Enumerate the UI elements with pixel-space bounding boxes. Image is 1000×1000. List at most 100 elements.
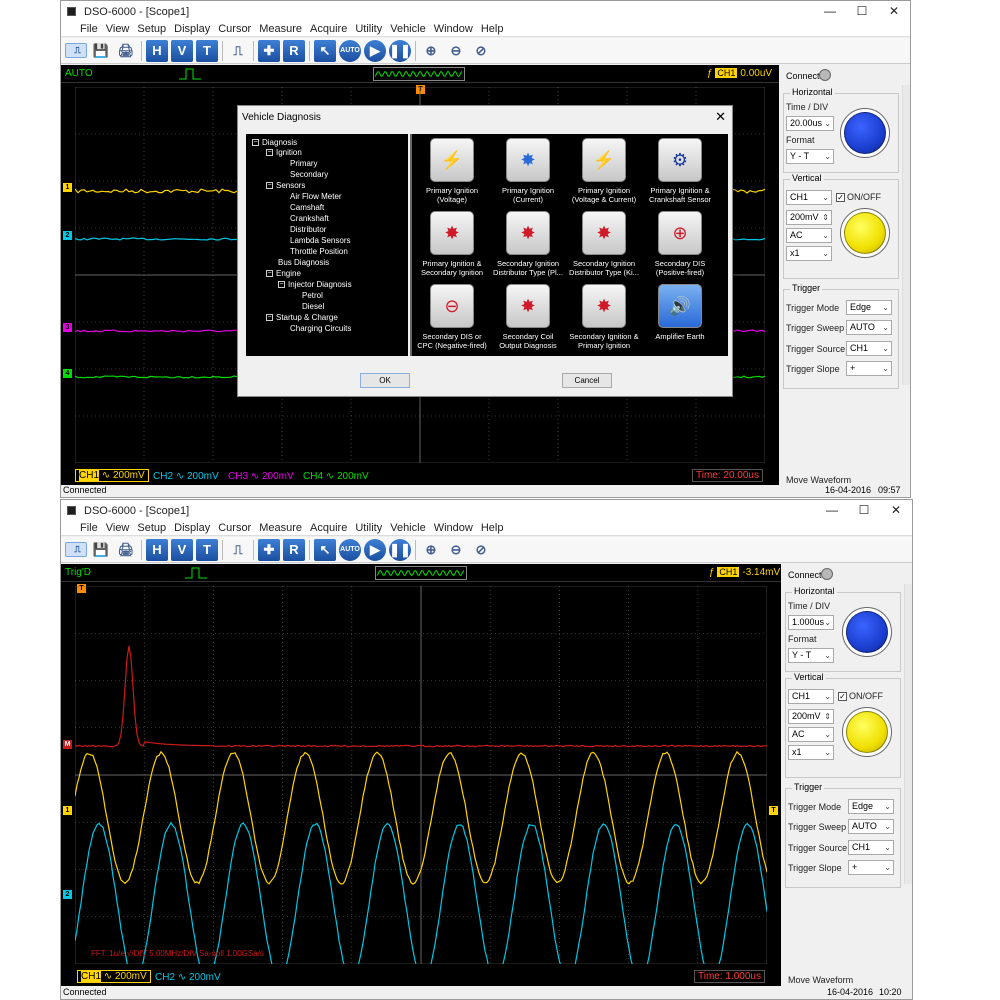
probe-select[interactable]: x1 ⌄ [786,246,832,261]
tile-secondary-coil-output[interactable]: ✸ Secondary Coil Output Diagnosis [490,284,566,350]
run-icon[interactable]: ▶ [364,538,386,561]
menu-setup[interactable]: Setup [137,522,166,534]
waveform-overview[interactable] [375,566,467,580]
zoom-out-icon[interactable]: ⊖ [445,539,467,561]
minimize-button[interactable]: — [814,1,846,22]
tree-item[interactable]: − Sensors [266,181,305,190]
tree-item[interactable]: − Engine [266,269,301,278]
tile-primary-ignition-voltage-current[interactable]: ⚡ Primary Ignition (Voltage & Current) [566,138,642,204]
measure-icon[interactable]: ⎍ [65,542,87,557]
tree-item[interactable]: − Injector Diagnosis [278,280,352,289]
trigger-sweep-select[interactable]: AUTO ⌄ [846,320,892,335]
menu-display[interactable]: Display [174,522,210,534]
format-select[interactable]: Y - T ⌄ [788,648,834,663]
tree-item[interactable]: Distributor [290,225,326,234]
measure-icon[interactable]: ⎍ [65,43,87,58]
volts-knob[interactable] [842,707,892,757]
tile-secondary-dis-positive[interactable]: ⊕ Secondary DIS (Positive-fired) [642,211,718,277]
coupling-select[interactable]: AC ⌄ [786,228,832,243]
channel-onoff-checkbox[interactable]: ✓ [838,692,847,701]
tree-item[interactable]: − Startup & Charge [266,313,338,322]
waveform-overview[interactable] [373,67,465,81]
zoom-reset-icon[interactable]: ⊘ [470,40,492,62]
menu-window[interactable]: Window [434,522,473,534]
measure-all-icon[interactable]: ⎍ [227,539,249,561]
tree-item[interactable]: Secondary [290,170,328,179]
tile-secondary-distributor-ki[interactable]: ✸ Secondary Ignition Distributor Type (Ki.… [566,211,642,277]
tree-item[interactable]: Camshaft [290,203,324,212]
menu-cursor[interactable]: Cursor [218,23,251,35]
cursor-icon[interactable]: ✚ [258,39,280,62]
maximize-button[interactable]: ☐ [846,1,878,22]
volts-knob[interactable] [840,208,890,258]
trigger-source-select[interactable]: CH1 ⌄ [848,840,894,855]
pointer-icon[interactable]: ↖ [314,39,336,62]
tile-primary-secondary-ignition[interactable]: ✸ Primary Ignition & Secondary Ignition [414,211,490,277]
ch3-marker[interactable]: 3 [63,323,72,332]
auto-icon[interactable]: AUTO [339,39,361,62]
panel-scrollbar[interactable] [904,584,912,884]
trigger-level-marker[interactable]: T [769,806,778,815]
time-knob[interactable] [840,108,890,158]
probe-select[interactable]: x1 ⌄ [788,745,834,760]
save-icon[interactable]: 💾 [90,40,112,62]
trigger-slope-select[interactable]: + ⌄ [846,361,892,376]
tile-primary-ignition-voltage[interactable]: ⚡ Primary Ignition (Voltage) [414,138,490,204]
trigger-mode-select[interactable]: Edge ⌄ [848,799,894,814]
trigger-button[interactable]: T [196,538,218,561]
tree-item[interactable]: Diesel [302,302,324,311]
measure-all-icon[interactable]: ⎍ [227,40,249,62]
menu-acquire[interactable]: Acquire [310,23,347,35]
fft-marker[interactable]: M [63,740,72,749]
trigger-mode-select[interactable]: Edge ⌄ [846,300,892,315]
minimize-button[interactable]: — [816,500,848,521]
tile-amplifier-earth[interactable]: 🔊 Amplifier Earth [642,284,718,341]
tile-primary-ignition-current[interactable]: ✸ Primary Ignition (Current) [490,138,566,204]
menu-vehicle[interactable]: Vehicle [390,522,425,534]
menu-setup[interactable]: Setup [137,23,166,35]
zoom-out-icon[interactable]: ⊖ [445,40,467,62]
menu-acquire[interactable]: Acquire [310,522,347,534]
close-button[interactable]: ✕ [880,500,912,521]
menu-cursor[interactable]: Cursor [218,522,251,534]
menu-vehicle[interactable]: Vehicle [390,23,425,35]
volts-div-spinner[interactable]: 200mV ⇕ [788,709,834,724]
trigger-source-select[interactable]: CH1 ⌄ [846,341,892,356]
menu-file[interactable]: File [80,23,98,35]
menu-measure[interactable]: Measure [259,23,302,35]
dialog-close-button[interactable]: ✕ [715,109,726,125]
ch4-marker[interactable]: 4 [63,369,72,378]
ch1-marker[interactable]: 1 [63,806,72,815]
trigger-slope-select[interactable]: + ⌄ [848,860,894,875]
pause-icon[interactable]: ❚❚ [389,538,411,561]
menu-help[interactable]: Help [481,23,504,35]
menu-file[interactable]: File [80,522,98,534]
format-select[interactable]: Y - T ⌄ [786,149,834,164]
ch2-marker[interactable]: 2 [63,890,72,899]
zoom-reset-icon[interactable]: ⊘ [470,539,492,561]
zoom-in-icon[interactable]: ⊕ [420,539,442,561]
print-icon[interactable]: 🖨 [115,539,137,561]
menu-display[interactable]: Display [174,23,210,35]
tree-item[interactable]: Primary [290,159,318,168]
tile-secondary-distributor-pl[interactable]: ✸ Secondary Ignition Distributor Type (Pl.… [490,211,566,277]
menu-measure[interactable]: Measure [259,522,302,534]
tree-item[interactable]: − Diagnosis [252,138,297,147]
trigger-button[interactable]: T [196,39,218,62]
volts-div-spinner[interactable]: 200mV ⇕ [786,210,832,225]
tree-item[interactable]: Throttle Position [290,247,348,256]
reference-button[interactable]: R [283,538,305,561]
ch1-marker[interactable]: 1 [63,183,72,192]
tile-secondary-primary-ignition[interactable]: ✸ Secondary Ignition & Primary Ignition [566,284,642,350]
ok-button[interactable]: OK [360,373,410,388]
tree-item[interactable]: Petrol [302,291,323,300]
menu-view[interactable]: View [106,522,130,534]
cancel-button[interactable]: Cancel [562,373,612,388]
tree-item[interactable]: Bus Diagnosis [278,258,329,267]
tree-item[interactable]: Lambda Sensors [290,236,350,245]
tile-primary-ignition-crankshaft[interactable]: ⚙ Primary Ignition & Crankshaft Sensor [642,138,718,204]
reference-button[interactable]: R [283,39,305,62]
print-icon[interactable]: 🖨 [115,40,137,62]
time-div-select[interactable]: 1.000us ⌄ [788,615,834,630]
tree-item[interactable]: Crankshaft [290,214,329,223]
